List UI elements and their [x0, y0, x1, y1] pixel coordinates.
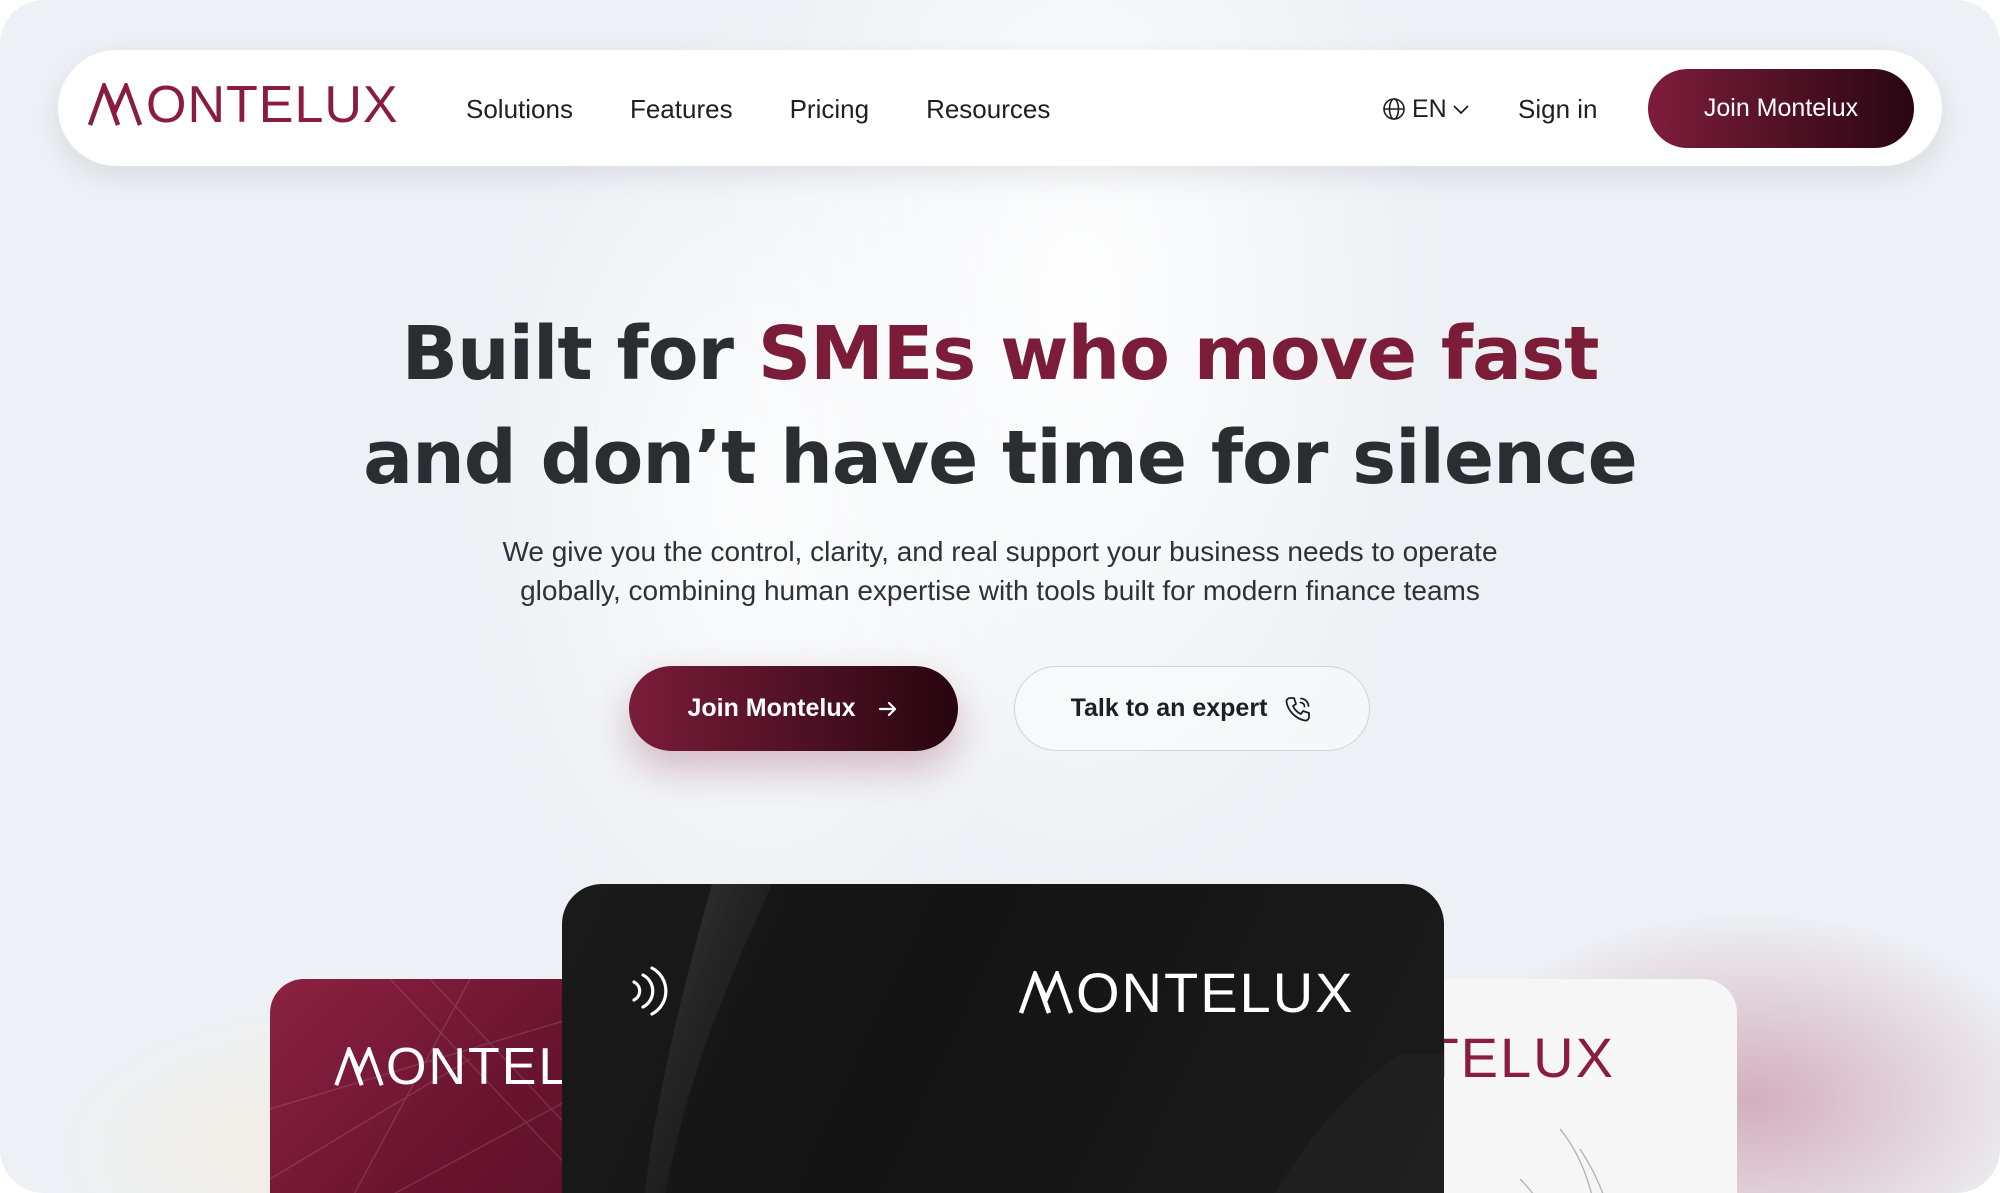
nav-link-solutions[interactable]: Solutions	[466, 92, 573, 126]
nav-link-resources[interactable]: Resources	[926, 92, 1050, 126]
language-label: EN	[1412, 95, 1447, 123]
join-montelux-button[interactable]: Join Montelux	[629, 666, 958, 751]
chevron-down-icon	[1453, 105, 1469, 115]
hero-subtitle-line2: globally, combining human expertise with…	[520, 575, 1480, 606]
logo-m-mark	[87, 83, 143, 126]
nav-link-pricing[interactable]: Pricing	[790, 92, 869, 126]
talk-button-label: Talk to an expert	[1070, 694, 1268, 722]
brand-logo[interactable]: ONTELUX	[86, 76, 399, 134]
card-sheen	[644, 884, 1444, 1193]
card-black: ONTELUX	[562, 884, 1444, 1193]
card-black-logo-text: ONTELUX	[1076, 961, 1355, 1024]
headline-accent-text: SMEs who move fast	[757, 311, 1600, 397]
globe-icon	[1383, 98, 1405, 120]
join-button-label: Join Montelux	[687, 694, 856, 722]
card-burgundy: ONTEL	[270, 979, 570, 1193]
hero-headline-line2: and don’t have time for silence	[363, 415, 1638, 501]
card-burgundy-logo: ONTEL	[332, 1037, 569, 1097]
hero-subtitle-line1: We give you the control, clarity, and re…	[502, 536, 1498, 567]
language-selector[interactable]: EN	[1382, 92, 1477, 126]
sign-in-link[interactable]: Sign in	[1518, 92, 1598, 126]
hero-headline-line1: Built for SMEs who move fast	[0, 306, 2000, 402]
logo-m-mark	[1018, 970, 1074, 1014]
brand-logo-text: ONTELUX	[146, 76, 399, 134]
nav-join-button[interactable]: Join Montelux	[1648, 69, 1914, 148]
headline-plain-text: Built for	[401, 311, 758, 397]
card-black-logo: ONTELUX	[1016, 960, 1355, 1025]
card-white: NTELUX	[1410, 979, 1737, 1193]
card-burgundy-logo-text: ONTEL	[386, 1038, 570, 1096]
nav-links: Solutions Features Pricing Resources	[466, 92, 1107, 126]
talk-to-expert-button[interactable]: Talk to an expert	[1014, 666, 1370, 751]
logo-m-mark	[334, 1047, 384, 1086]
phone-icon	[1285, 696, 1311, 721]
page: ONTELUX Solutions Features Pricing Resou…	[0, 0, 2000, 1193]
contactless-icon	[632, 966, 668, 1016]
arrow-right-icon	[878, 701, 896, 716]
nav-link-features[interactable]: Features	[630, 92, 733, 126]
